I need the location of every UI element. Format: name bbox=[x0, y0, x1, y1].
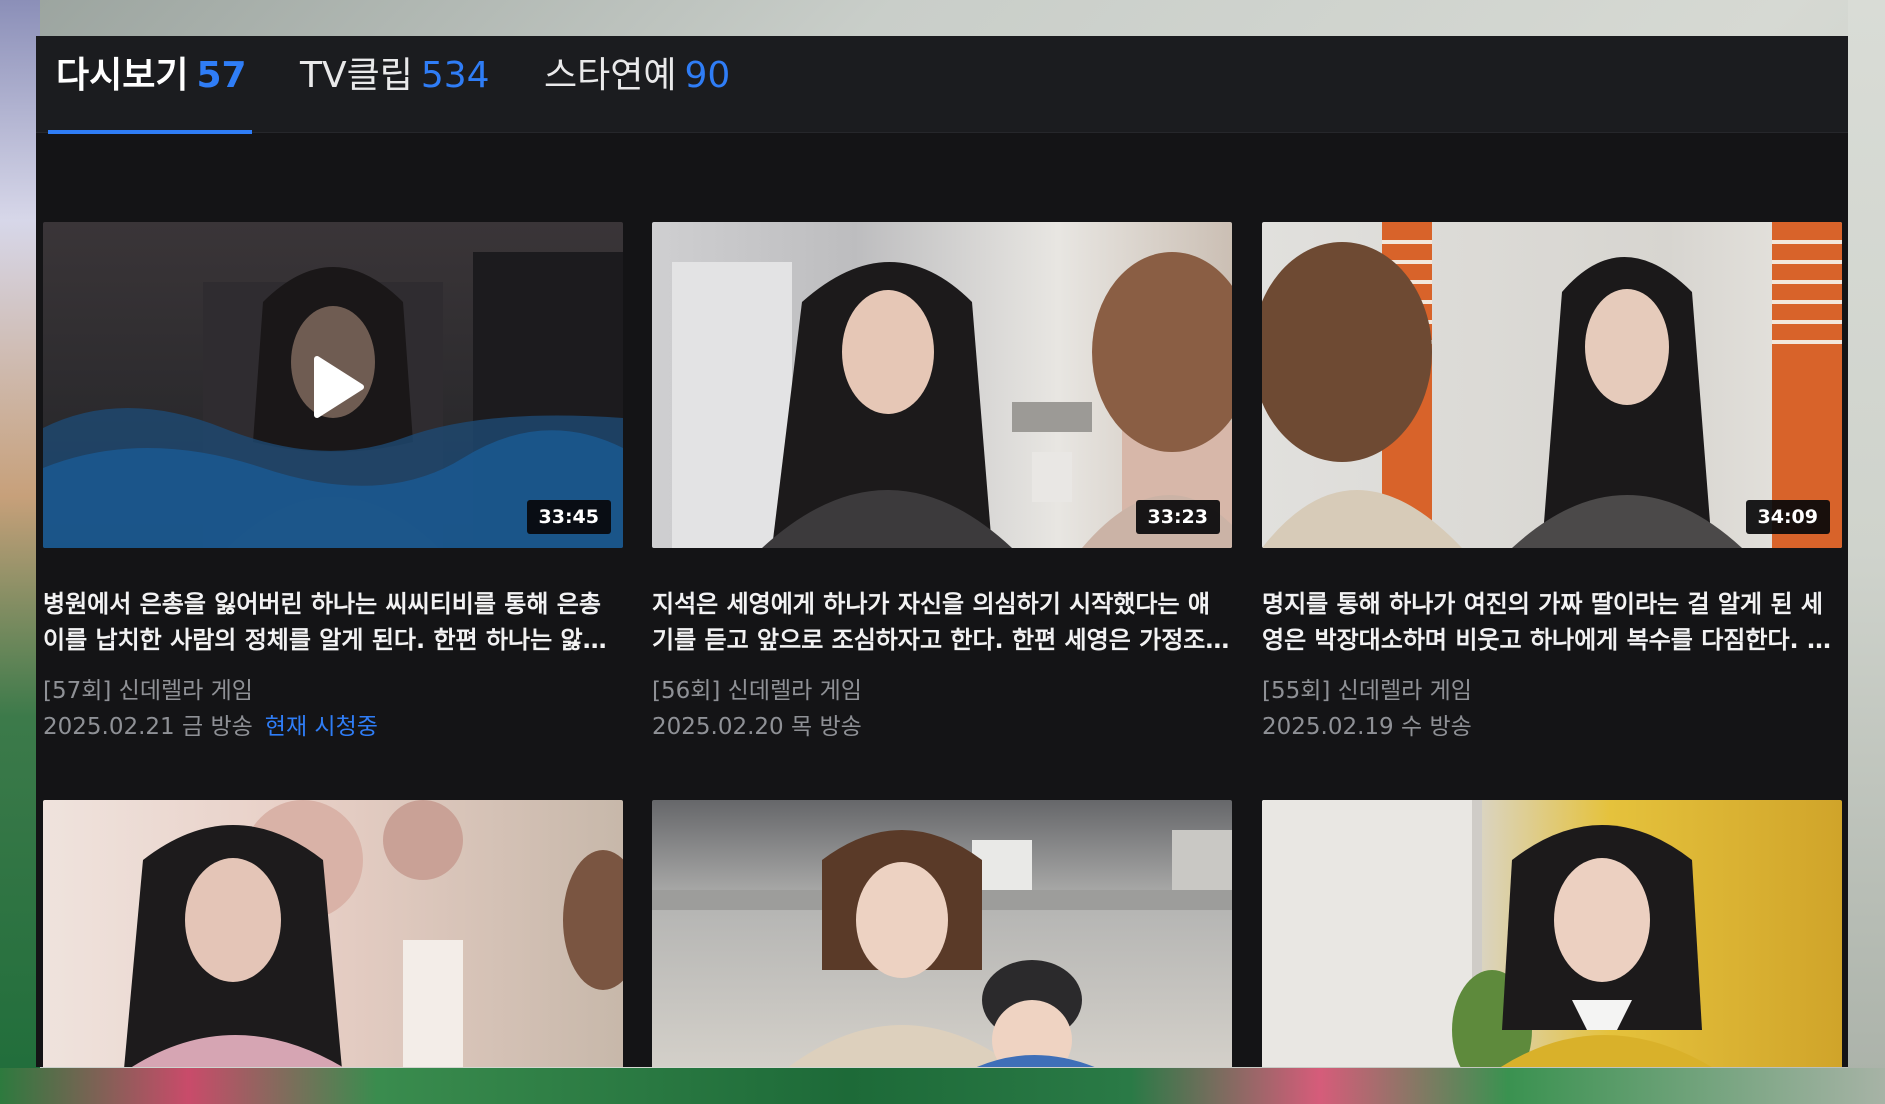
video-episode: [57회] 신데렐라 게임 bbox=[43, 678, 253, 704]
tab-bar: 다시보기 57 TV클립 534 스타연예 90 bbox=[36, 36, 1848, 134]
video-duration: 33:23 bbox=[1135, 500, 1220, 534]
thumbnail-scene bbox=[1262, 800, 1712, 1067]
play-icon[interactable] bbox=[313, 355, 365, 419]
thumbnail-scene bbox=[124, 800, 623, 1067]
tab-tv-clip-count: 534 bbox=[420, 55, 490, 96]
video-title[interactable]: 명지를 통해 하나가 여진의 가짜 딸이라는 걸 알게 된 세영은 박장대소하며… bbox=[1262, 586, 1842, 658]
tab-replay-count: 57 bbox=[196, 55, 247, 96]
video-thumbnail[interactable] bbox=[652, 800, 1232, 1067]
video-thumbnail[interactable]: 33:23 bbox=[652, 222, 1232, 548]
tab-replay[interactable]: 다시보기 57 bbox=[42, 36, 252, 134]
video-date: 2025.02.20 목 방송 bbox=[652, 714, 862, 740]
now-watching-label: 현재 시청중 bbox=[264, 714, 378, 740]
tab-replay-label: 다시보기 bbox=[56, 55, 189, 96]
background-bottom bbox=[0, 1068, 1885, 1104]
background-left bbox=[0, 0, 40, 1104]
video-date-row: 2025.02.21 금 방송 현재 시청중 bbox=[43, 707, 378, 741]
video-thumbnail[interactable]: 34:09 bbox=[1262, 222, 1842, 548]
tab-star-entertainment-count: 90 bbox=[684, 55, 731, 96]
video-title[interactable]: 지석은 세영에게 하나가 자신을 의심하기 시작했다는 얘기를 듣고 앞으로 조… bbox=[652, 586, 1232, 658]
tab-star-entertainment-label: 스타연예 bbox=[544, 55, 677, 96]
tv-screen: 다시보기 57 TV클립 534 스타연예 90 33:45 병원에서 은총을 … bbox=[36, 36, 1848, 1067]
thumbnail-scene bbox=[652, 830, 1232, 1067]
video-thumbnail[interactable] bbox=[43, 800, 623, 1067]
video-episode: [55회] 신데렐라 게임 bbox=[1262, 678, 1472, 704]
video-episode: [56회] 신데렐라 게임 bbox=[652, 678, 862, 704]
video-date: 2025.02.21 금 방송 bbox=[43, 714, 253, 740]
video-date: 2025.02.19 수 방송 bbox=[1262, 714, 1472, 740]
tab-star-entertainment[interactable]: 스타연예 90 bbox=[530, 36, 744, 132]
video-duration: 34:09 bbox=[1745, 500, 1830, 534]
video-title[interactable]: 병원에서 은총을 잃어버린 하나는 씨씨티비를 통해 은총이를 납치한 사람의 … bbox=[43, 586, 623, 658]
background-right bbox=[1848, 0, 1885, 1104]
tab-tv-clip-label: TV클립 bbox=[300, 55, 413, 96]
video-thumbnail[interactable]: 33:45 bbox=[43, 222, 623, 548]
video-duration: 33:45 bbox=[526, 500, 611, 534]
tab-tv-clip[interactable]: TV클립 534 bbox=[286, 36, 504, 132]
video-thumbnail[interactable] bbox=[1262, 800, 1842, 1067]
